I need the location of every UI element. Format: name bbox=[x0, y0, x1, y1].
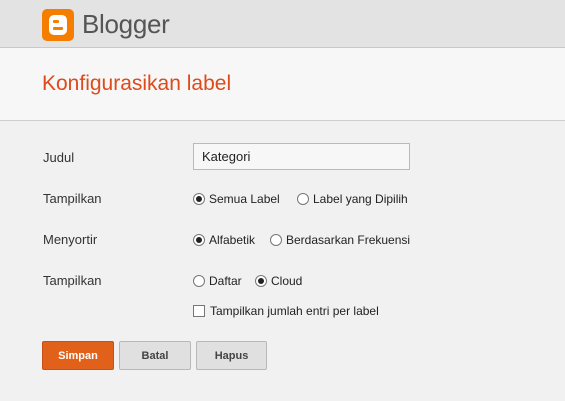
page-title: Konfigurasikan label bbox=[42, 72, 232, 95]
judul-label: Judul bbox=[43, 150, 75, 165]
display-label: Tampilkan bbox=[43, 273, 102, 288]
count-checkbox[interactable] bbox=[193, 305, 205, 317]
radio-daftar-text: Daftar bbox=[209, 274, 242, 288]
radio-checked-icon[interactable] bbox=[193, 193, 205, 205]
radio-semua-label-text: Semua Label bbox=[209, 192, 280, 206]
radio-cloud[interactable]: Cloud bbox=[255, 274, 302, 288]
radio-unchecked-icon[interactable] bbox=[193, 275, 205, 287]
radio-frekuensi-text: Berdasarkan Frekuensi bbox=[286, 233, 411, 247]
delete-button[interactable]: Hapus bbox=[196, 341, 267, 370]
save-button[interactable]: Simpan bbox=[42, 341, 114, 370]
blogger-logo-icon[interactable] bbox=[42, 9, 74, 41]
count-checkbox-row[interactable]: Tampilkan jumlah entri per label bbox=[193, 304, 379, 318]
menyortir-label: Menyortir bbox=[43, 232, 98, 247]
count-checkbox-text: Tampilkan jumlah entri per label bbox=[210, 304, 379, 318]
radio-label-dipilih[interactable]: Label yang Dipilih bbox=[297, 192, 408, 206]
radio-alfabetik[interactable]: Alfabetik bbox=[193, 233, 255, 247]
radio-cloud-text: Cloud bbox=[271, 274, 303, 288]
radio-alfabetik-text: Alfabetik bbox=[209, 233, 256, 247]
radio-frekuensi[interactable]: Berdasarkan Frekuensi bbox=[270, 233, 410, 247]
radio-daftar[interactable]: Daftar bbox=[193, 274, 242, 288]
cancel-button[interactable]: Batal bbox=[119, 341, 191, 370]
brand-name[interactable]: Blogger bbox=[82, 9, 170, 40]
radio-unchecked-icon[interactable] bbox=[297, 193, 309, 205]
radio-semua-label[interactable]: Semua Label bbox=[193, 192, 280, 206]
tampilkan-label: Tampilkan bbox=[43, 191, 102, 206]
radio-checked-icon[interactable] bbox=[193, 234, 205, 246]
radio-checked-icon[interactable] bbox=[255, 275, 267, 287]
judul-input[interactable] bbox=[193, 143, 410, 170]
radio-label-dipilih-text: Label yang Dipilih bbox=[313, 192, 408, 206]
radio-unchecked-icon[interactable] bbox=[270, 234, 282, 246]
top-bar: Blogger bbox=[0, 0, 565, 48]
